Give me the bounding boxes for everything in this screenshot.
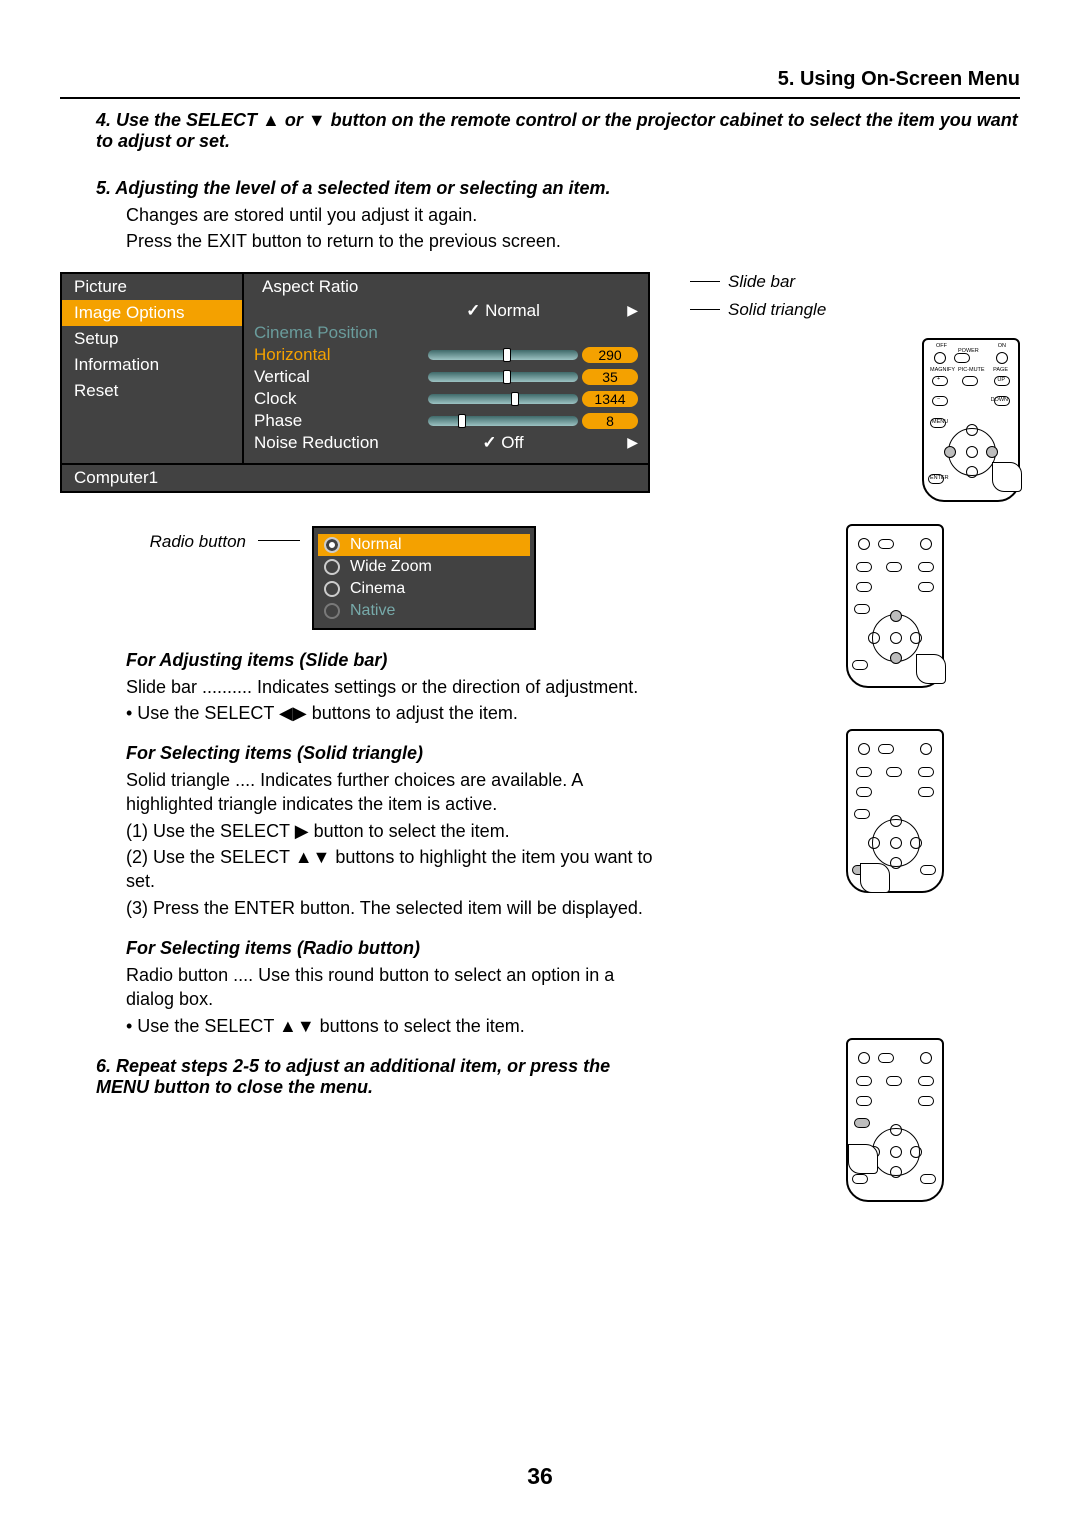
- osd-right-panel: Aspect Ratio Normal ▶ Cinema Position Ho…: [244, 274, 648, 463]
- radio-dot-icon: [324, 537, 340, 553]
- annotation-radiobutton: Radio button: [96, 532, 246, 552]
- radio-item-selected: Normal: [318, 534, 530, 556]
- radio-popup: Normal Wide Zoom Cinema Native: [312, 526, 536, 630]
- text-sel2: (1) Use the SELECT ▶ button to select th…: [126, 819, 660, 843]
- step5-text1: Changes are stored until you adjust it a…: [126, 203, 1020, 227]
- radio-item-label: Wide Zoom: [350, 558, 432, 576]
- osd-item-label: Noise Reduction: [254, 433, 424, 453]
- osd-left-item: Information: [62, 352, 242, 378]
- slider-bar: [428, 416, 578, 426]
- osd-value-pill: 290: [582, 347, 638, 363]
- osd-value-pill: 1344: [582, 391, 638, 407]
- solid-triangle-icon: ▶: [582, 302, 638, 319]
- remote-label-menu: MENU: [932, 419, 948, 425]
- subhead-radiobutton: For Selecting items (Radio button): [126, 938, 1020, 959]
- step6-heading: 6. Repeat steps 2-5 to adjust an additio…: [96, 1056, 660, 1098]
- radio-item-label: Native: [350, 602, 395, 620]
- text-sel3: (2) Use the SELECT ▲▼ buttons to highlig…: [126, 845, 660, 894]
- page-number: 36: [0, 1463, 1080, 1490]
- remote-label-off: OFF: [936, 343, 947, 349]
- remote-label-picmute: PIC-MUTE: [958, 367, 985, 373]
- osd-item-value: Normal: [466, 301, 540, 321]
- radio-item: Cinema: [324, 578, 524, 600]
- remote-label-magnify: MAGNIFY: [930, 367, 955, 373]
- remote-illustration: [846, 524, 944, 688]
- remote-label-power: POWER: [958, 348, 979, 354]
- chapter-header: 5. Using On-Screen Menu: [60, 68, 1020, 99]
- step5-text2: Press the EXIT button to return to the p…: [126, 229, 1020, 253]
- subhead-solidtriangle: For Selecting items (Solid triangle): [126, 743, 660, 764]
- step5-heading: 5. Adjusting the level of a selected ite…: [96, 178, 1020, 199]
- radio-item-disabled: Native: [324, 600, 524, 622]
- slider-bar: [428, 372, 578, 382]
- solid-triangle-icon: ▶: [582, 434, 638, 451]
- annotation-slidebar: Slide bar: [728, 272, 795, 292]
- osd-item-label: Clock: [254, 389, 424, 409]
- osd-value-pill: 8: [582, 413, 638, 429]
- remote-label-page: PAGE: [993, 367, 1008, 373]
- osd-value-pill: 35: [582, 369, 638, 385]
- remote-label-enter: ENTER: [930, 475, 949, 481]
- osd-menu: Picture Image Options Setup Information …: [60, 272, 650, 493]
- plus-icon: +: [937, 376, 940, 382]
- remote-illustration: [846, 1038, 944, 1202]
- radio-item-label: Cinema: [350, 580, 405, 598]
- remote-illustration: OFF ON POWER MAGNIFY PIC-MUTE PAGE + UP: [922, 338, 1020, 502]
- osd-left-item-selected: Image Options: [62, 300, 242, 326]
- remote-label-up: UP: [997, 377, 1005, 383]
- radio-dot-icon: [324, 603, 340, 619]
- slider-bar: [428, 394, 578, 404]
- step4-heading: 4. Use the SELECT ▲ or ▼ button on the r…: [96, 110, 1020, 152]
- osd-footer: Computer1: [62, 463, 648, 491]
- radio-dot-icon: [324, 581, 340, 597]
- osd-left-item: Setup: [62, 326, 242, 352]
- remote-illustration: [846, 729, 944, 893]
- osd-left-item: Picture: [62, 274, 242, 300]
- text-sel1: Solid triangle .... Indicates further ch…: [126, 768, 660, 817]
- osd-item-label-selected: Horizontal: [254, 345, 424, 365]
- radio-dot-icon: [324, 559, 340, 575]
- annotation-solidtriangle: Solid triangle: [728, 300, 826, 320]
- text-rad1: Radio button .... Use this round button …: [126, 963, 660, 1012]
- slider-bar: [428, 350, 578, 360]
- text-sel4: (3) Press the ENTER button. The selected…: [126, 896, 660, 920]
- remote-label-on: ON: [998, 343, 1006, 349]
- minus-icon: −: [937, 396, 940, 402]
- osd-item-label: Phase: [254, 411, 424, 431]
- osd-item-label: Aspect Ratio: [262, 277, 358, 297]
- osd-item-value: Off: [482, 433, 523, 453]
- osd-left-item: Reset: [62, 378, 242, 404]
- radio-item: Wide Zoom: [324, 556, 524, 578]
- osd-item-label: Vertical: [254, 367, 424, 387]
- osd-item-disabled: Cinema Position: [254, 323, 424, 343]
- remote-label-down: DOWN: [991, 397, 1008, 403]
- radio-item-label: Normal: [350, 536, 402, 554]
- osd-left-menu: Picture Image Options Setup Information …: [62, 274, 244, 463]
